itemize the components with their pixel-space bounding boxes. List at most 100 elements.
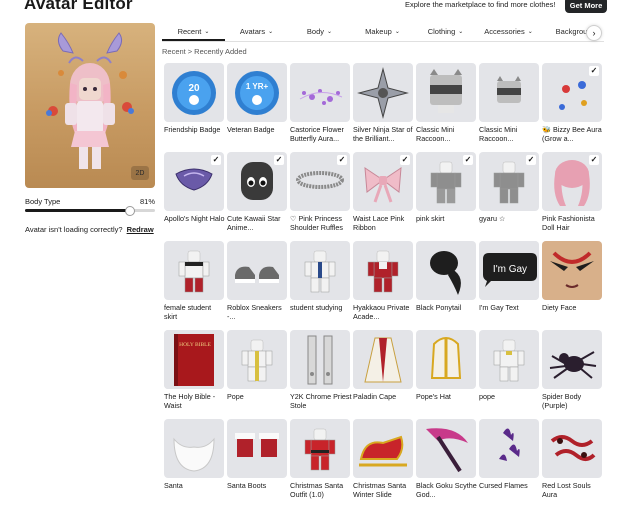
- item-card[interactable]: Paladin Cape: [353, 330, 413, 401]
- item-card[interactable]: female student skirt: [164, 241, 224, 321]
- item-thumbnail[interactable]: HOLY BIBLE: [164, 330, 224, 389]
- item-thumbnail[interactable]: ✓: [227, 152, 287, 211]
- item-thumbnail[interactable]: 20: [164, 63, 224, 122]
- item-card[interactable]: Y2K Chrome Priest Stole: [290, 330, 352, 410]
- item-thumbnail[interactable]: [542, 241, 602, 300]
- body-type-slider-thumb[interactable]: [125, 206, 136, 216]
- item-card[interactable]: 20 Friendship Badge: [164, 63, 224, 134]
- item-icon-scythe: [426, 428, 468, 473]
- view-2d-toggle[interactable]: 2D: [131, 166, 149, 180]
- checkmark-icon: ✓: [274, 155, 284, 165]
- item-thumbnail[interactable]: [416, 419, 476, 478]
- item-name: student studying: [290, 303, 343, 312]
- item-thumbnail[interactable]: 1 YR+: [227, 63, 287, 122]
- item-name: Diety Face: [542, 303, 577, 312]
- item-card[interactable]: Roblox Sneakers -...: [227, 241, 287, 321]
- item-thumbnail[interactable]: [164, 241, 224, 300]
- item-name: Apollo's Night Halo: [164, 214, 225, 223]
- item-thumbnail[interactable]: ✓: [353, 152, 413, 211]
- item-thumbnail[interactable]: [542, 330, 602, 389]
- item-thumbnail[interactable]: [227, 419, 287, 478]
- item-card[interactable]: Classic Mini Raccoon...: [416, 63, 476, 143]
- item-card[interactable]: Santa: [164, 419, 224, 490]
- tab-avatars[interactable]: Avatars ⌄: [225, 23, 288, 40]
- item-card[interactable]: Diety Face: [542, 241, 602, 312]
- item-thumbnail[interactable]: ✓: [542, 63, 602, 122]
- item-card[interactable]: Spider Body (Purple): [542, 330, 602, 410]
- item-thumbnail[interactable]: ✓: [164, 152, 224, 211]
- tabs-next-button[interactable]: ›: [586, 25, 602, 41]
- item-thumbnail[interactable]: I'm Gay: [479, 241, 539, 300]
- item-thumbnail[interactable]: [353, 241, 413, 300]
- item-name: pope: [479, 392, 495, 401]
- item-card[interactable]: HOLY BIBLE The Holy Bible - Waist: [164, 330, 224, 410]
- item-card[interactable]: Red Lost Souls Aura: [542, 419, 602, 499]
- tab-label: Avatars: [239, 27, 266, 36]
- redraw-link[interactable]: Redraw: [127, 225, 154, 234]
- item-card[interactable]: Silver Ninja Star of the Brilliant...: [353, 63, 413, 143]
- item-thumbnail[interactable]: [353, 63, 413, 122]
- item-thumbnail[interactable]: ✓: [290, 152, 350, 211]
- svg-text:20: 20: [188, 83, 200, 94]
- item-card[interactable]: Pope's Hat: [416, 330, 476, 401]
- item-thumbnail[interactable]: [479, 419, 539, 478]
- get-more-button[interactable]: Get More: [565, 0, 607, 13]
- item-card[interactable]: Pope: [227, 330, 287, 401]
- item-thumbnail[interactable]: [416, 330, 476, 389]
- item-thumbnail[interactable]: ✓: [542, 152, 602, 211]
- item-card[interactable]: I'm Gay I'm Gay Text: [479, 241, 539, 312]
- tab-body[interactable]: Body ⌄: [288, 23, 351, 40]
- body-type-slider[interactable]: [25, 206, 155, 216]
- item-card[interactable]: ✓ Pink Fashionista Doll Hair: [542, 152, 602, 232]
- item-card[interactable]: Santa Boots: [227, 419, 287, 490]
- item-card[interactable]: ✓ gyaru ☆: [479, 152, 539, 223]
- item-card[interactable]: student studying: [290, 241, 350, 312]
- item-icon-pope-outfit: [493, 339, 525, 382]
- item-thumbnail[interactable]: [290, 241, 350, 300]
- tab-recent[interactable]: Recent ⌄: [162, 23, 225, 41]
- item-name: Friendship Badge: [164, 125, 221, 134]
- item-thumbnail[interactable]: [290, 63, 350, 122]
- item-card[interactable]: ✓ Apollo's Night Halo: [164, 152, 225, 223]
- item-card[interactable]: Black Ponytail: [416, 241, 476, 312]
- item-card[interactable]: Black Goku Scythe God...: [416, 419, 477, 499]
- item-card[interactable]: pope: [479, 330, 539, 401]
- item-thumbnail[interactable]: [416, 63, 476, 122]
- item-thumbnail[interactable]: [164, 419, 224, 478]
- item-card[interactable]: Classic Mini Raccoon...: [479, 63, 539, 143]
- item-thumbnail[interactable]: [542, 419, 602, 478]
- item-icon-butterfly-aura: [299, 89, 343, 105]
- item-name: Veteran Badge: [227, 125, 275, 134]
- tab-clothing[interactable]: Clothing ⌄: [414, 23, 477, 40]
- chevron-down-icon: ⌄: [458, 29, 464, 35]
- item-card[interactable]: Hyakkaou Private Acade...: [353, 241, 413, 321]
- item-thumbnail[interactable]: [353, 419, 413, 478]
- item-thumbnail[interactable]: [353, 330, 413, 389]
- item-card[interactable]: 1 YR+ Veteran Badge: [227, 63, 287, 134]
- item-thumbnail[interactable]: [227, 241, 287, 300]
- item-thumbnail[interactable]: [290, 419, 350, 478]
- item-name: Santa: [164, 481, 183, 490]
- item-thumbnail[interactable]: [416, 241, 476, 300]
- item-card[interactable]: ✓ pink skirt: [416, 152, 476, 223]
- item-thumbnail[interactable]: [479, 63, 539, 122]
- item-thumbnail[interactable]: [479, 330, 539, 389]
- item-card[interactable]: Cursed Flames: [479, 419, 539, 490]
- item-card[interactable]: Christmas Santa Winter Slide: [353, 419, 413, 499]
- item-card[interactable]: ✓ 🐝 Bizzy Bee Aura (Grow a...: [542, 63, 602, 143]
- item-card[interactable]: ✓ ♡ Pink Princess Shoulder Ruffles: [290, 152, 350, 232]
- item-thumbnail[interactable]: ✓: [479, 152, 539, 211]
- item-thumbnail[interactable]: [290, 330, 350, 389]
- avatar-preview[interactable]: 2D: [25, 23, 155, 188]
- tab-label: Clothing: [427, 27, 456, 36]
- tab-accessories[interactable]: Accessories ⌄: [477, 23, 540, 40]
- item-card[interactable]: Christmas Santa Outfit (1.0): [290, 419, 350, 499]
- item-thumbnail[interactable]: [227, 330, 287, 389]
- category-tabs: Recent ⌄ Avatars ⌄ Body ⌄ Makeup ⌄ Clothing ⌄ Acce…: [162, 23, 604, 42]
- item-card[interactable]: ✓ Waist Lace Pink Ribbon: [353, 152, 413, 232]
- breadcrumb-root[interactable]: Recent: [162, 47, 186, 56]
- item-thumbnail[interactable]: ✓: [416, 152, 476, 211]
- item-card[interactable]: ✓ Cute Kawaii Star Anime...: [227, 152, 287, 232]
- tab-makeup[interactable]: Makeup ⌄: [351, 23, 414, 40]
- item-card[interactable]: Castorice Flower Butterfly Aura...: [290, 63, 350, 143]
